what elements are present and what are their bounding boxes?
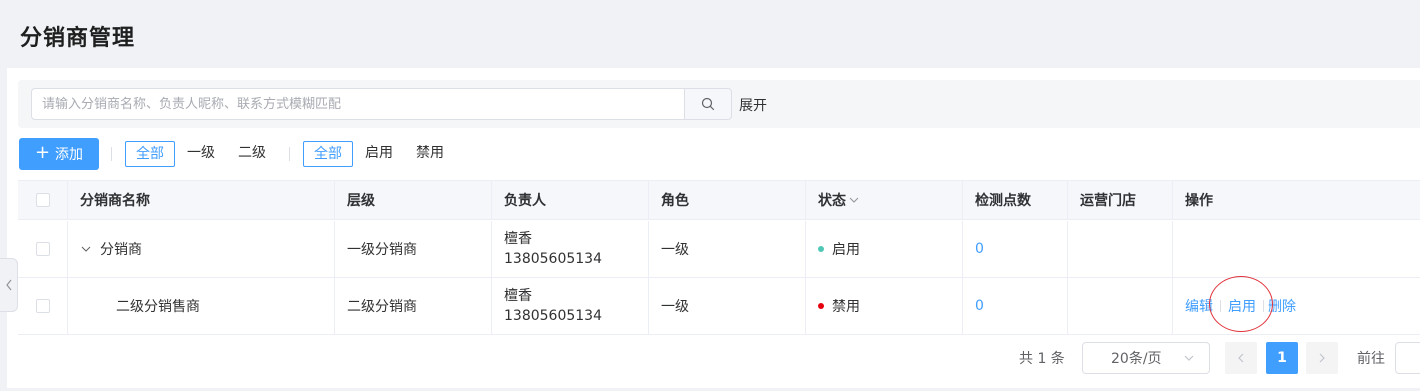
chevron-down-icon [1184,355,1194,361]
page-title: 分销商管理 [20,26,136,51]
chevron-left-icon [1238,353,1244,363]
points-cell: 0 [963,278,1068,334]
owner-info: 檀香 13805605134 [504,229,602,269]
row-checkbox[interactable] [35,242,50,256]
points-link[interactable]: 0 [975,241,984,257]
owner-name: 檀香 [504,288,532,304]
status-label: 启用 [832,242,860,258]
level-cell: 一级分销商 [335,221,492,277]
header-level: 层级 [335,181,492,219]
owner-name: 檀香 [504,231,532,247]
owner-cell: 檀香 13805605134 [492,221,649,277]
expand-link[interactable]: 展开 [739,95,767,115]
toolbar-divider [289,147,290,161]
distributor-name: 二级分销售商 [116,299,200,315]
add-button[interactable]: + 添加 [19,138,99,170]
toolbar-divider [111,147,112,161]
prev-page-button[interactable] [1225,342,1257,374]
next-page-button[interactable] [1306,342,1338,374]
goto-label: 前往 [1357,351,1385,367]
search-input[interactable] [31,88,685,120]
page-number-current[interactable]: 1 [1266,342,1298,374]
points-cell: 0 [963,221,1068,277]
annotation-circle [1209,276,1273,332]
stores-cell [1068,221,1173,277]
filter-level-1[interactable]: 一级 [187,141,215,167]
row-select-cell [18,278,68,334]
header-name: 分销商名称 [68,181,335,219]
header-select-cell [18,181,68,219]
chevron-right-icon [1319,353,1325,363]
row-select-cell [18,221,68,277]
status-cell: 禁用 [806,278,963,334]
status-dot [818,303,824,309]
role-cell: 一级 [649,221,806,277]
header-points: 检测点数 [963,181,1068,219]
table-row: 分销商 一级分销商 檀香 13805605134 一级 启用 0 [18,221,1420,278]
add-button-label: 添加 [55,147,84,163]
page-size-value: 20条/页 [1111,351,1162,367]
select-all-checkbox[interactable] [35,193,50,207]
filter-level-2[interactable]: 二级 [238,141,266,167]
status-label: 禁用 [832,299,860,315]
distributor-name-cell: 分销商 [68,221,335,277]
header-role: 角色 [649,181,806,219]
plus-icon: + [34,142,51,163]
collapse-sidebar-handle[interactable] [0,258,18,312]
header-stores: 运营门店 [1068,181,1173,219]
pagination-total: 共 1 条 [1019,351,1065,367]
filter-status-disabled[interactable]: 禁用 [416,141,444,167]
owner-phone: 13805605134 [504,251,602,267]
header-status-label: 状态 [818,193,846,209]
actions-cell [1173,221,1420,277]
role-cell: 一级 [649,278,806,334]
points-link[interactable]: 0 [975,298,984,314]
distributor-name: 分销商 [100,242,142,258]
status-dot [818,246,824,252]
chevron-down-icon [849,197,859,203]
filter-status-all[interactable]: 全部 [303,141,353,167]
table-header: 分销商名称 层级 负责人 角色 状态 检测点数 运营门店 操作 [18,181,1420,220]
status-cell: 启用 [806,221,963,277]
level-cell: 二级分销商 [335,278,492,334]
distributor-name-cell: 二级分销售商 [68,278,335,334]
distributor-table: 分销商名称 层级 负责人 角色 状态 检测点数 运营门店 操作 分销商 一级分销… [18,180,1420,335]
row-checkbox[interactable] [35,299,50,313]
header-actions: 操作 [1185,193,1213,209]
goto-page-input[interactable] [1395,342,1420,374]
search-icon [701,97,715,111]
search-button[interactable] [684,88,732,120]
header-owner: 负责人 [492,181,649,219]
expand-chevron-icon[interactable] [80,243,92,255]
header-status[interactable]: 状态 [806,181,963,219]
owner-cell: 檀香 13805605134 [492,278,649,334]
owner-phone: 13805605134 [504,308,602,324]
filter-status-enabled[interactable]: 启用 [365,141,393,167]
chevron-left-icon [5,279,11,291]
filter-level-all[interactable]: 全部 [125,141,175,167]
owner-info: 檀香 13805605134 [504,286,602,326]
stores-cell [1068,278,1173,334]
page-size-select[interactable]: 20条/页 [1082,342,1210,374]
